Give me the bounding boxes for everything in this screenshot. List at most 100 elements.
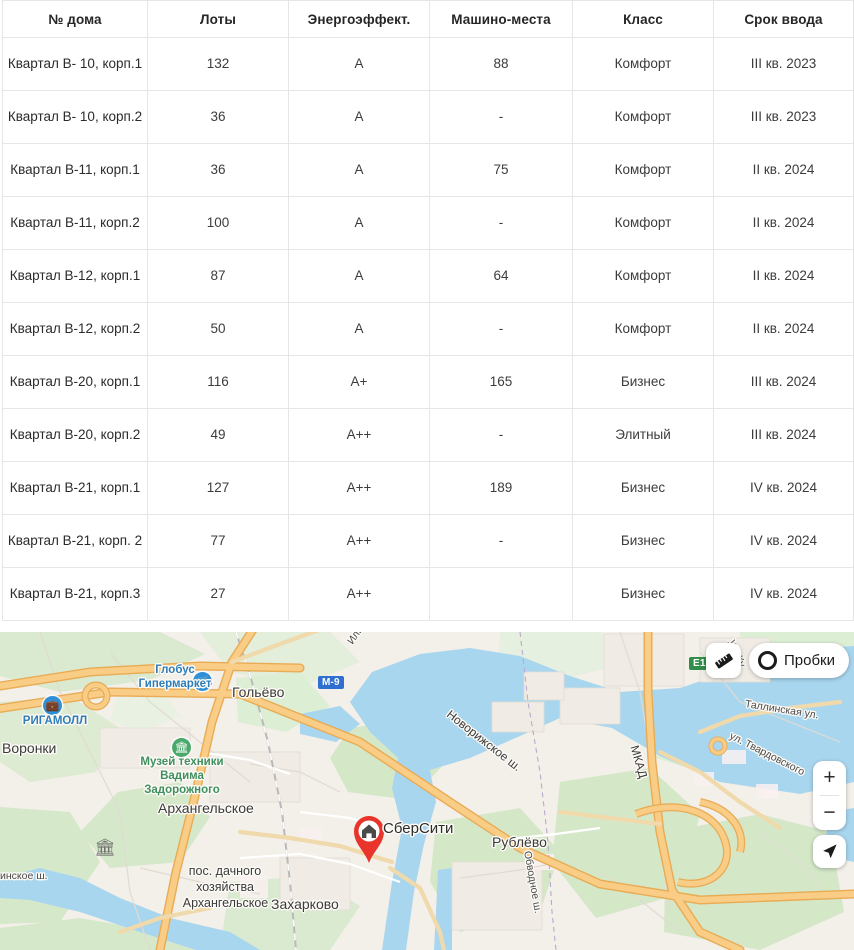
cell-house: Квартал B-20, корп.1 [2,355,148,409]
cell-class: Комфорт [572,143,714,197]
cell-class: Бизнес [572,461,714,515]
cell-house: Квартал B-11, корп.1 [2,143,148,197]
column-header-term: Срок ввода [713,0,854,38]
cell-term: II кв. 2024 [713,196,854,250]
column-header-class: Класс [572,0,714,38]
zoom-in-button[interactable]: + [813,761,846,795]
cell-class: Бизнес [572,355,714,409]
palace-icon: 🏛 [94,838,116,857]
table-row: Квартал B- 10, корп.1 132 A 88 Комфорт III кв… [2,37,854,91]
table-row: Квартал B-20, корп.2 49 A++ - Элитный III кв.… [2,408,854,462]
cell-parking: - [429,514,573,568]
table-header-row: № дома Лоты Энергоэффект. Машино-места К… [2,0,854,38]
geolocation-button[interactable] [813,835,846,868]
cell-energy: A+ [288,355,430,409]
cell-parking: - [429,408,573,462]
cell-lots: 116 [147,355,289,409]
cell-house: Квартал B-20, корп.2 [2,408,148,462]
map-widget[interactable]: Гольёво Воронки Архангельское Захарково … [0,632,854,950]
map-marker-sbercity[interactable] [351,812,387,864]
navigation-arrow-icon [823,844,837,859]
cell-class: Комфорт [572,302,714,356]
cell-class: Элитный [572,408,714,462]
column-header-lots: Лоты [147,0,289,38]
map-canvas[interactable] [0,632,854,950]
cell-parking: - [429,90,573,144]
shopping-cart-icon: 🛒 [193,672,212,691]
cell-house: Квартал B-21, корп.3 [2,567,148,621]
table-row: Квартал B-21, корп.3 27 A++ Бизнес IV кв. 20… [2,567,854,621]
table-row: Квартал B-11, корп.1 36 A 75 Комфорт II кв. 2… [2,143,854,197]
housing-table-container: № дома Лоты Энергоэффект. Машино-места К… [0,0,854,621]
cell-house: Квартал B-21, корп.1 [2,461,148,515]
ruler-button[interactable] [706,643,741,678]
cell-term: IV кв. 2024 [713,514,854,568]
cell-house: Квартал B-11, корп.2 [2,196,148,250]
cell-parking: 64 [429,249,573,303]
column-header-energy: Энергоэффект. [288,0,430,38]
cell-term: IV кв. 2024 [713,567,854,621]
cell-energy: A++ [288,461,430,515]
cell-energy: A++ [288,514,430,568]
shopping-bag-icon: 💼 [43,696,62,715]
road-shield-m9: M-9 [318,676,344,689]
cell-energy: A [288,302,430,356]
cell-house: Квартал B- 10, корп.2 [2,90,148,144]
cell-class: Комфорт [572,249,714,303]
zoom-out-button[interactable]: − [813,796,846,830]
cell-term: III кв. 2023 [713,90,854,144]
table-row: Квартал B-11, корп.2 100 A - Комфорт II кв. 2… [2,196,854,250]
column-header-house: № дома [2,0,148,38]
cell-term: II кв. 2024 [713,143,854,197]
cell-lots: 77 [147,514,289,568]
cell-term: II кв. 2024 [713,302,854,356]
cell-energy: A++ [288,567,430,621]
cell-class: Комфорт [572,196,714,250]
cell-lots: 127 [147,461,289,515]
traffic-button[interactable]: Пробки [749,643,849,678]
cell-energy: A++ [288,408,430,462]
traffic-button-label: Пробки [784,652,835,669]
cell-lots: 50 [147,302,289,356]
cell-energy: A [288,249,430,303]
table-row: Квартал B-20, корп.1 116 A+ 165 Бизнес III кв… [2,355,854,409]
cell-class: Бизнес [572,567,714,621]
table-row: Квартал B-12, корп.2 50 A - Комфорт II кв. 20… [2,302,854,356]
table-body: Квартал B- 10, корп.1 132 A 88 Комфорт III кв… [2,37,854,621]
cell-lots: 87 [147,249,289,303]
cell-parking: - [429,196,573,250]
map-marker-label: СберСити [383,820,454,837]
cell-house: Квартал B-12, корп.1 [2,249,148,303]
cell-parking: 165 [429,355,573,409]
column-header-parking: Машино-места [429,0,573,38]
cell-term: IV кв. 2024 [713,461,854,515]
cell-parking: 88 [429,37,573,91]
cell-class: Комфорт [572,37,714,91]
cell-house: Квартал B-12, корп.2 [2,302,148,356]
cell-lots: 36 [147,90,289,144]
map-zoom-controls[interactable]: + − [813,761,846,830]
cell-parking: 75 [429,143,573,197]
cell-term: II кв. 2024 [713,249,854,303]
cell-term: III кв. 2024 [713,408,854,462]
traffic-ring-icon [758,651,777,670]
cell-house: Квартал B- 10, корп.1 [2,37,148,91]
table-row: Квартал B-21, корп.1 127 A++ 189 Бизнес IV кв… [2,461,854,515]
cell-lots: 27 [147,567,289,621]
cell-term: III кв. 2024 [713,355,854,409]
ruler-icon [714,653,733,668]
cell-energy: A [288,143,430,197]
cell-parking [429,567,573,621]
housing-table: № дома Лоты Энергоэффект. Машино-места К… [2,0,854,621]
cell-energy: A [288,90,430,144]
cell-energy: A [288,196,430,250]
cell-class: Комфорт [572,90,714,144]
cell-term: III кв. 2023 [713,37,854,91]
cell-class: Бизнес [572,514,714,568]
cell-lots: 49 [147,408,289,462]
table-row: Квартал B-21, корп. 2 77 A++ - Бизнес IV кв. … [2,514,854,568]
cell-lots: 132 [147,37,289,91]
cell-parking: - [429,302,573,356]
cell-lots: 100 [147,196,289,250]
cell-lots: 36 [147,143,289,197]
